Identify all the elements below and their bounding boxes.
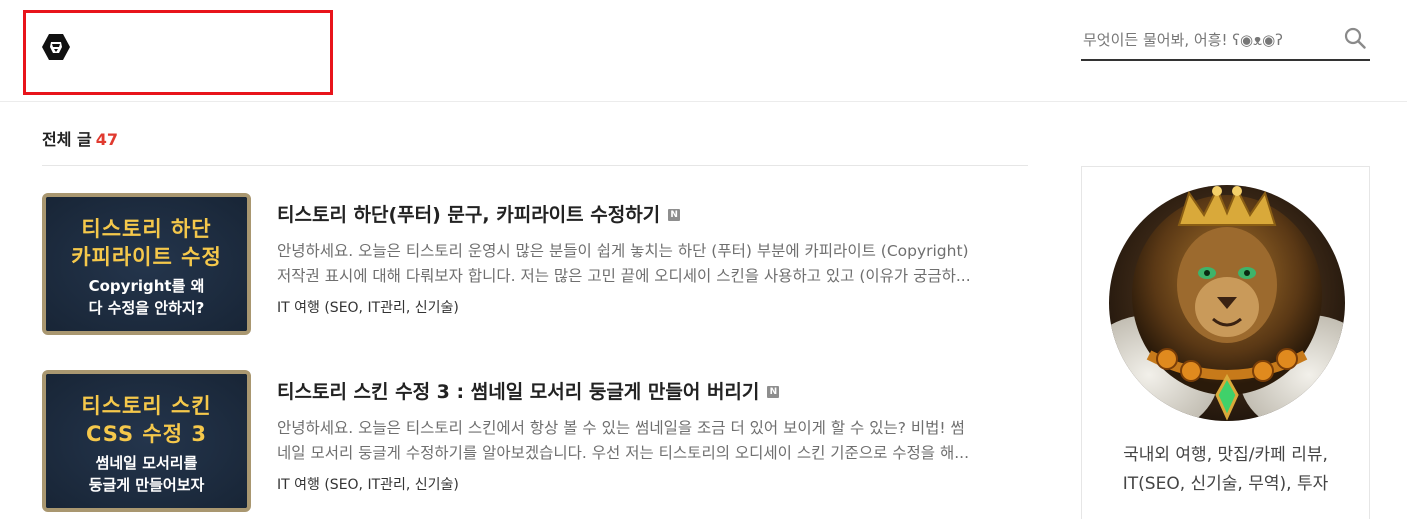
lion-king-avatar[interactable] <box>1109 185 1345 421</box>
post-title-row[interactable]: 티스토리 하단(푸터) 문구, 카피라이트 수정하기 N <box>277 203 1027 227</box>
thumbnail-text: 티스토리 하단 <box>81 217 212 241</box>
thumbnail-text: 티스토리 스킨 <box>81 394 212 418</box>
post-thumbnail[interactable]: 티스토리 하단 카피라이트 수정 Copyright를 왜 다 수정을 안하지? <box>42 193 251 335</box>
excerpt-line: 네일 모서리 둥글게 수정하기를 알아보겠습니다. 우선 저는 티스토리의 오디… <box>277 444 970 462</box>
profile-description: 국내외 여행, 맛집/카페 리뷰, IT(SEO, 신기술, 무역), 투자 <box>1082 441 1369 499</box>
new-badge: N <box>668 209 681 221</box>
profile-desc-line: 국내외 여행, 맛집/카페 리뷰, <box>1123 445 1328 465</box>
thumbnail-text: 카피라이트 수정 <box>71 245 222 269</box>
post-title[interactable]: 티스토리 하단(푸터) 문구, 카피라이트 수정하기 <box>277 203 660 227</box>
search-icon[interactable] <box>1344 27 1366 49</box>
lion-logo-icon[interactable] <box>42 34 70 60</box>
logo-area[interactable] <box>23 10 333 95</box>
thumbnail-text: Copyright를 왜 <box>88 277 205 295</box>
excerpt-line: 안녕하세요. 오늘은 티스토리 스킨에서 항상 볼 수 있는 썸네일을 조금 더… <box>277 419 965 437</box>
post-category[interactable]: IT 여행 (SEO, IT관리, 신기술) <box>277 297 1027 317</box>
post-excerpt: 안녕하세요. 오늘은 티스토리 스킨에서 항상 볼 수 있는 썸네일을 조금 더… <box>277 416 1022 466</box>
new-badge: N <box>767 386 780 398</box>
post-thumbnail[interactable]: 티스토리 스킨 CSS 수정 3 썸네일 모서리를 둥글게 만들어보자 <box>42 370 251 512</box>
post-list-heading: 전체 글 47 <box>42 126 118 150</box>
post-item[interactable]: 티스토리 스킨 CSS 수정 3 썸네일 모서리를 둥글게 만들어보자 티스토리… <box>42 370 1028 512</box>
post-title-row[interactable]: 티스토리 스킨 수정 3 : 썸네일 모서리 둥글게 만들어 버리기 N <box>277 380 1027 404</box>
post-excerpt: 안녕하세요. 오늘은 티스토리 운영시 많은 분들이 쉽게 놓치는 하단 (푸터… <box>277 239 1022 289</box>
search-bar[interactable] <box>1081 22 1370 61</box>
avatar-image <box>1109 185 1345 421</box>
profile-card: 국내외 여행, 맛집/카페 리뷰, IT(SEO, 신기술, 무역), 투자 <box>1081 166 1370 519</box>
post-title[interactable]: 티스토리 스킨 수정 3 : 썸네일 모서리 둥글게 만들어 버리기 <box>277 380 759 404</box>
post-body: 티스토리 하단(푸터) 문구, 카피라이트 수정하기 N 안녕하세요. 오늘은 … <box>277 193 1027 317</box>
search-input[interactable] <box>1083 26 1323 54</box>
blog-header <box>0 0 1407 102</box>
divider <box>42 165 1028 166</box>
profile-desc-line: IT(SEO, 신기술, 무역), 투자 <box>1122 474 1329 494</box>
thumbnail-text: 썸네일 모서리를 <box>95 454 198 472</box>
post-item[interactable]: 티스토리 하단 카피라이트 수정 Copyright를 왜 다 수정을 안하지?… <box>42 193 1028 335</box>
post-list-title: 전체 글 <box>42 130 92 149</box>
thumbnail-text: 둥글게 만들어보자 <box>88 476 205 494</box>
excerpt-line: 안녕하세요. 오늘은 티스토리 운영시 많은 분들이 쉽게 놓치는 하단 (푸터… <box>277 242 969 260</box>
excerpt-line: 저작권 표시에 대해 다뤄보자 합니다. 저는 많은 고민 끝에 오디세이 스킨… <box>277 267 971 285</box>
post-body: 티스토리 스킨 수정 3 : 썸네일 모서리 둥글게 만들어 버리기 N 안녕하… <box>277 370 1027 494</box>
thumbnail-text: CSS 수정 3 <box>86 422 207 446</box>
post-count: 47 <box>95 130 118 149</box>
post-category[interactable]: IT 여행 (SEO, IT관리, 신기술) <box>277 474 1027 494</box>
thumbnail-text: 다 수정을 안하지? <box>88 299 205 317</box>
